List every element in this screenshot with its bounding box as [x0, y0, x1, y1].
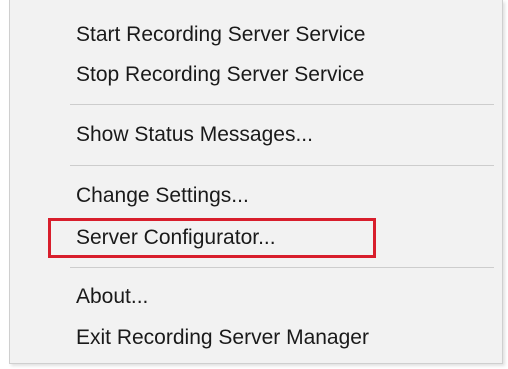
context-menu: Start Recording Server Service Stop Reco…	[9, 0, 503, 364]
menu-item-start-recording-server-service[interactable]: Start Recording Server Service	[10, 15, 502, 55]
menu-item-server-configurator[interactable]: Server Configurator...	[10, 218, 502, 258]
menu-item-show-status-messages[interactable]: Show Status Messages...	[10, 115, 502, 155]
menu-item-exit-recording-server-manager[interactable]: Exit Recording Server Manager	[10, 318, 502, 358]
menu-item-change-settings[interactable]: Change Settings...	[10, 176, 502, 216]
menu-item-about[interactable]: About...	[10, 277, 502, 317]
menu-separator	[70, 165, 494, 166]
menu-item-stop-recording-server-service[interactable]: Stop Recording Server Service	[10, 55, 502, 95]
menu-separator	[70, 267, 494, 268]
menu-separator	[70, 104, 494, 105]
